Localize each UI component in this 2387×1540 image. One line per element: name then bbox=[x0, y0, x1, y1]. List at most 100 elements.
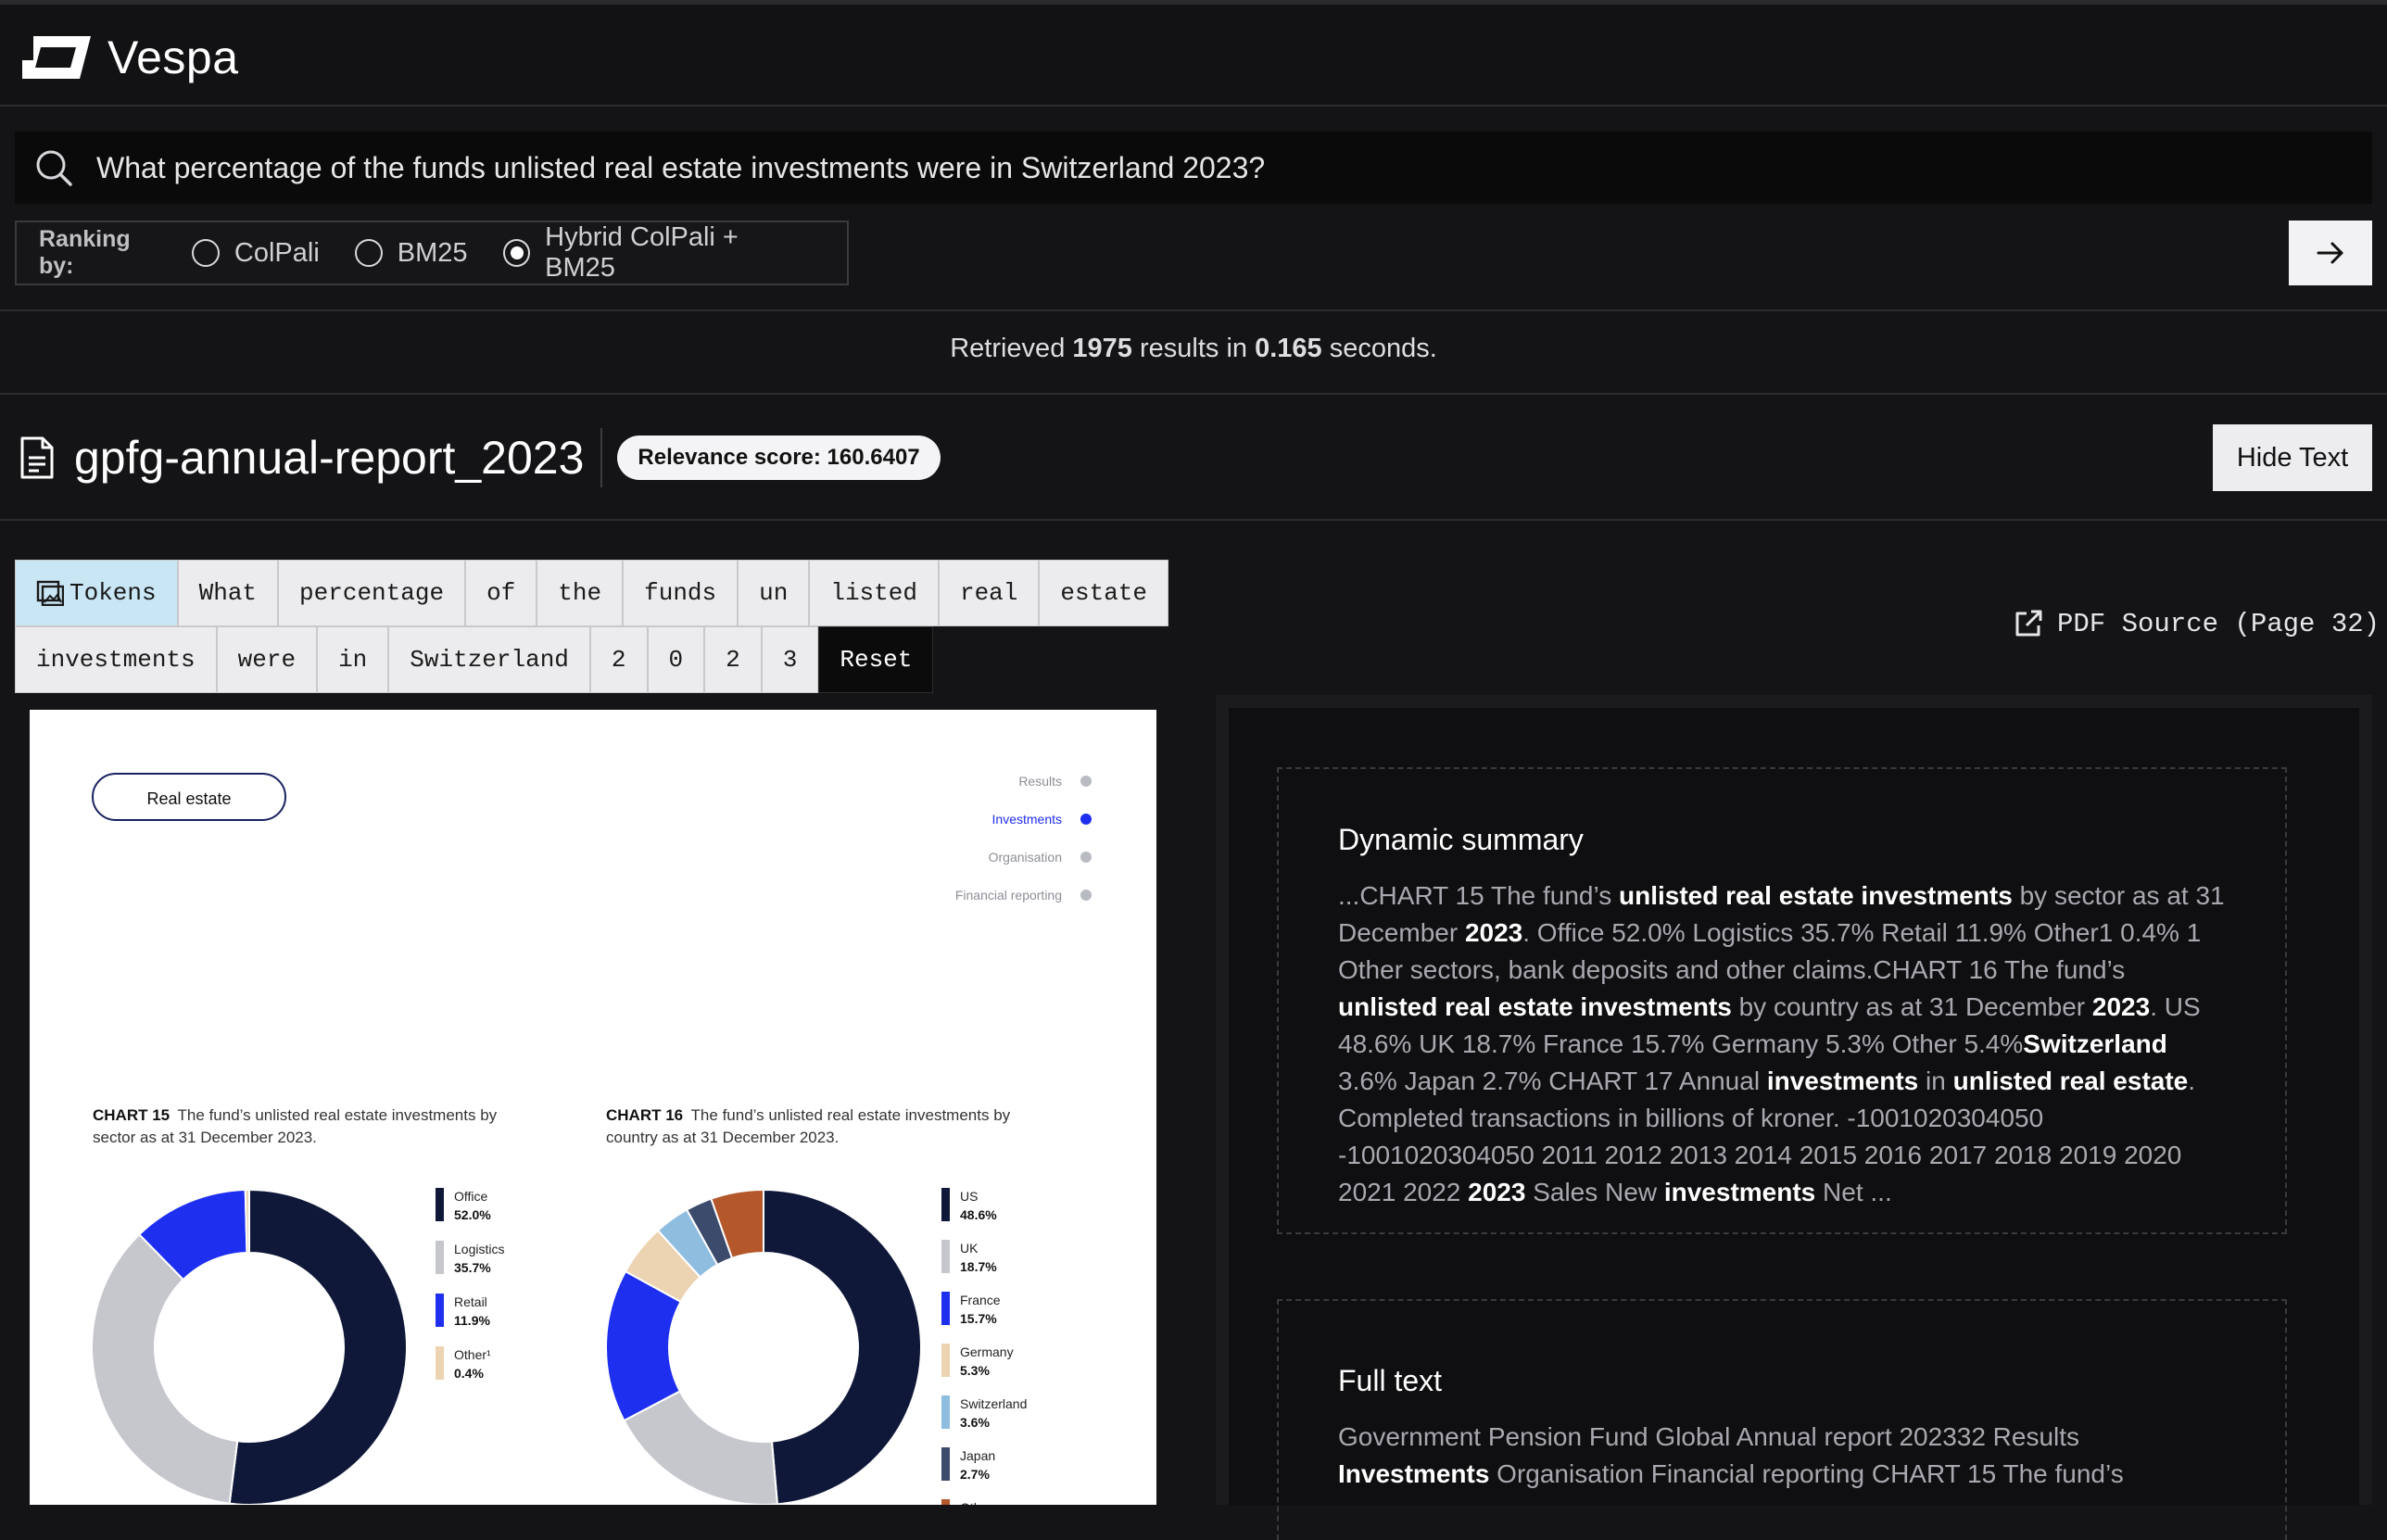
token-button[interactable]: un bbox=[738, 560, 810, 626]
dynamic-summary-title: Dynamic summary bbox=[1338, 823, 1584, 856]
chart15-title-line2: sector as at 31 December 2023. bbox=[93, 1129, 317, 1146]
token-button[interactable]: 0 bbox=[647, 626, 705, 693]
nav-dot bbox=[1080, 776, 1092, 787]
legend-label: Other bbox=[960, 1500, 992, 1505]
divider bbox=[0, 309, 2387, 311]
results-summary: Retrieved 1975 results in 0.165 seconds. bbox=[0, 334, 2387, 364]
fulltext-segment: Government Pension Fund Global Annual re… bbox=[1338, 1422, 2080, 1451]
search-icon bbox=[33, 147, 74, 188]
legend-value: 5.3% bbox=[960, 1363, 990, 1378]
text-panel: Dynamic summary ...CHART 15 The fund’s u… bbox=[1216, 695, 2372, 1540]
vespa-logo-icon bbox=[22, 36, 91, 79]
legend-swatch bbox=[941, 1292, 950, 1325]
legend-value: 15.7% bbox=[960, 1311, 997, 1326]
token-button[interactable]: in bbox=[317, 626, 389, 693]
legend-value: 18.7% bbox=[960, 1259, 997, 1274]
submit-search-button[interactable] bbox=[2289, 221, 2372, 285]
image-icon bbox=[36, 580, 64, 606]
document-icon bbox=[20, 436, 54, 479]
legend-swatch bbox=[941, 1395, 950, 1429]
token-all-button[interactable]: Tokens bbox=[15, 560, 178, 626]
document-header: gpfg-annual-report_2023 Relevance score:… bbox=[19, 428, 941, 487]
full-text-content: Government Pension Fund Global Annual re… bbox=[1338, 1419, 2226, 1493]
summary-highlight: unlisted real estate bbox=[1952, 1067, 2189, 1095]
ranking-option-bm25[interactable]: BM25 bbox=[354, 238, 468, 269]
hide-text-button[interactable]: Hide Text bbox=[2213, 424, 2372, 491]
legend-swatch bbox=[436, 1241, 444, 1274]
legend-value: 35.7% bbox=[454, 1260, 491, 1275]
vespa-logo[interactable]: Vespa bbox=[20, 31, 239, 84]
chart15-caption: CHART 15 The fund’s unlisted real estate… bbox=[93, 1106, 498, 1124]
radio-hybrid[interactable] bbox=[502, 239, 531, 267]
search-input[interactable] bbox=[95, 132, 2372, 204]
ranking-label: Ranking by: bbox=[39, 226, 131, 279]
ranking-option-colpali[interactable]: ColPali bbox=[191, 237, 320, 269]
token-button[interactable]: 2 bbox=[704, 626, 762, 693]
legend-label: Retail bbox=[454, 1294, 487, 1309]
nav-label-investments: Investments bbox=[992, 812, 1062, 827]
token-button[interactable]: investments bbox=[15, 626, 217, 693]
summary-highlight: Switzerland bbox=[2023, 1029, 2167, 1058]
arrow-right-icon bbox=[2317, 242, 2343, 264]
pdf-source-label: PDF Source (Page 32) bbox=[2057, 608, 2381, 639]
summary-segment: Net ... bbox=[1815, 1178, 1892, 1206]
pdf-source-link[interactable]: PDF Source (Page 32) bbox=[2013, 608, 2380, 639]
token-row: investments were in Switzerland 2 0 2 3 … bbox=[15, 626, 1219, 693]
summary-segment: by country as at 31 December bbox=[1731, 992, 2092, 1021]
token-row: Tokens What percentage of the funds un l… bbox=[15, 560, 1219, 626]
summary-highlight: investments bbox=[1766, 1067, 1919, 1095]
legend-value: 48.6% bbox=[960, 1207, 997, 1222]
token-button[interactable]: listed bbox=[809, 560, 939, 626]
ranking-option-hybrid[interactable]: Hybrid ColPali + BM25 bbox=[502, 222, 812, 284]
radio-bm25[interactable] bbox=[354, 239, 383, 267]
token-button[interactable]: Switzerland bbox=[388, 626, 590, 693]
summary-segment: ...CHART 15 The fund’s bbox=[1338, 881, 1619, 910]
divider bbox=[0, 519, 2387, 521]
token-button[interactable]: 3 bbox=[761, 626, 819, 693]
reset-tokens-button[interactable]: Reset bbox=[818, 626, 934, 693]
summary-segment: 3.6% Japan 2.7% CHART 17 Annual bbox=[1338, 1067, 1767, 1095]
nav-label-financial-reporting: Financial reporting bbox=[955, 888, 1062, 903]
token-button[interactable]: real bbox=[938, 560, 1040, 626]
legend-swatch bbox=[941, 1344, 950, 1377]
legend-label: US bbox=[960, 1189, 978, 1204]
token-button[interactable]: 2 bbox=[589, 626, 648, 693]
legend-label: Germany bbox=[960, 1344, 1014, 1359]
results-suffix: seconds. bbox=[1329, 334, 1437, 363]
page-preview-svg: Real estate Results Investments Organisa… bbox=[30, 710, 1156, 1505]
legend-label: Other¹ bbox=[454, 1347, 491, 1362]
legend-swatch bbox=[941, 1447, 950, 1481]
summary-highlight: investments bbox=[1663, 1178, 1816, 1206]
token-button[interactable]: were bbox=[216, 626, 318, 693]
token-bar: Tokens What percentage of the funds un l… bbox=[15, 560, 1219, 693]
legend-label: Japan bbox=[960, 1448, 995, 1463]
results-prefix: Retrieved bbox=[950, 334, 1066, 363]
token-button[interactable]: What bbox=[177, 560, 279, 626]
document-page-image: Real estate Results Investments Organisa… bbox=[30, 710, 1156, 1505]
token-button[interactable]: the bbox=[537, 560, 624, 626]
results-count: 1975 bbox=[1072, 334, 1132, 363]
token-button[interactable]: percentage bbox=[278, 560, 466, 626]
token-button[interactable]: funds bbox=[623, 560, 739, 626]
summary-highlight: unlisted real estate investments bbox=[1338, 992, 1732, 1021]
app-name: Vespa bbox=[107, 32, 239, 83]
nav-label-results: Results bbox=[1018, 774, 1062, 789]
ranking-option-label: ColPali bbox=[234, 237, 320, 268]
legend-value: 11.9% bbox=[454, 1313, 490, 1328]
token-button[interactable]: estate bbox=[1039, 560, 1169, 626]
summary-highlight: 2023 bbox=[2091, 992, 2151, 1021]
legend-swatch bbox=[436, 1188, 444, 1221]
ranking-option-label: Hybrid ColPali + BM25 bbox=[545, 222, 739, 283]
legend-swatch bbox=[941, 1188, 950, 1221]
radio-colpali[interactable] bbox=[191, 239, 220, 267]
summary-highlight: unlisted real estate investments bbox=[1618, 881, 2013, 910]
full-text-title: Full text bbox=[1338, 1364, 1443, 1397]
summary-segment: in bbox=[1918, 1067, 1953, 1095]
nav-dot-active bbox=[1080, 814, 1092, 825]
legend-swatch bbox=[436, 1294, 444, 1327]
legend-label: Office bbox=[454, 1189, 488, 1204]
chart16-caption: CHART 16 The fund’s unlisted real estate… bbox=[606, 1106, 1011, 1124]
dynamic-summary-box: Dynamic summary ...CHART 15 The fund’s u… bbox=[1277, 767, 2287, 1234]
token-button[interactable]: of bbox=[465, 560, 537, 626]
chart16-label: CHART 16 bbox=[606, 1106, 683, 1124]
